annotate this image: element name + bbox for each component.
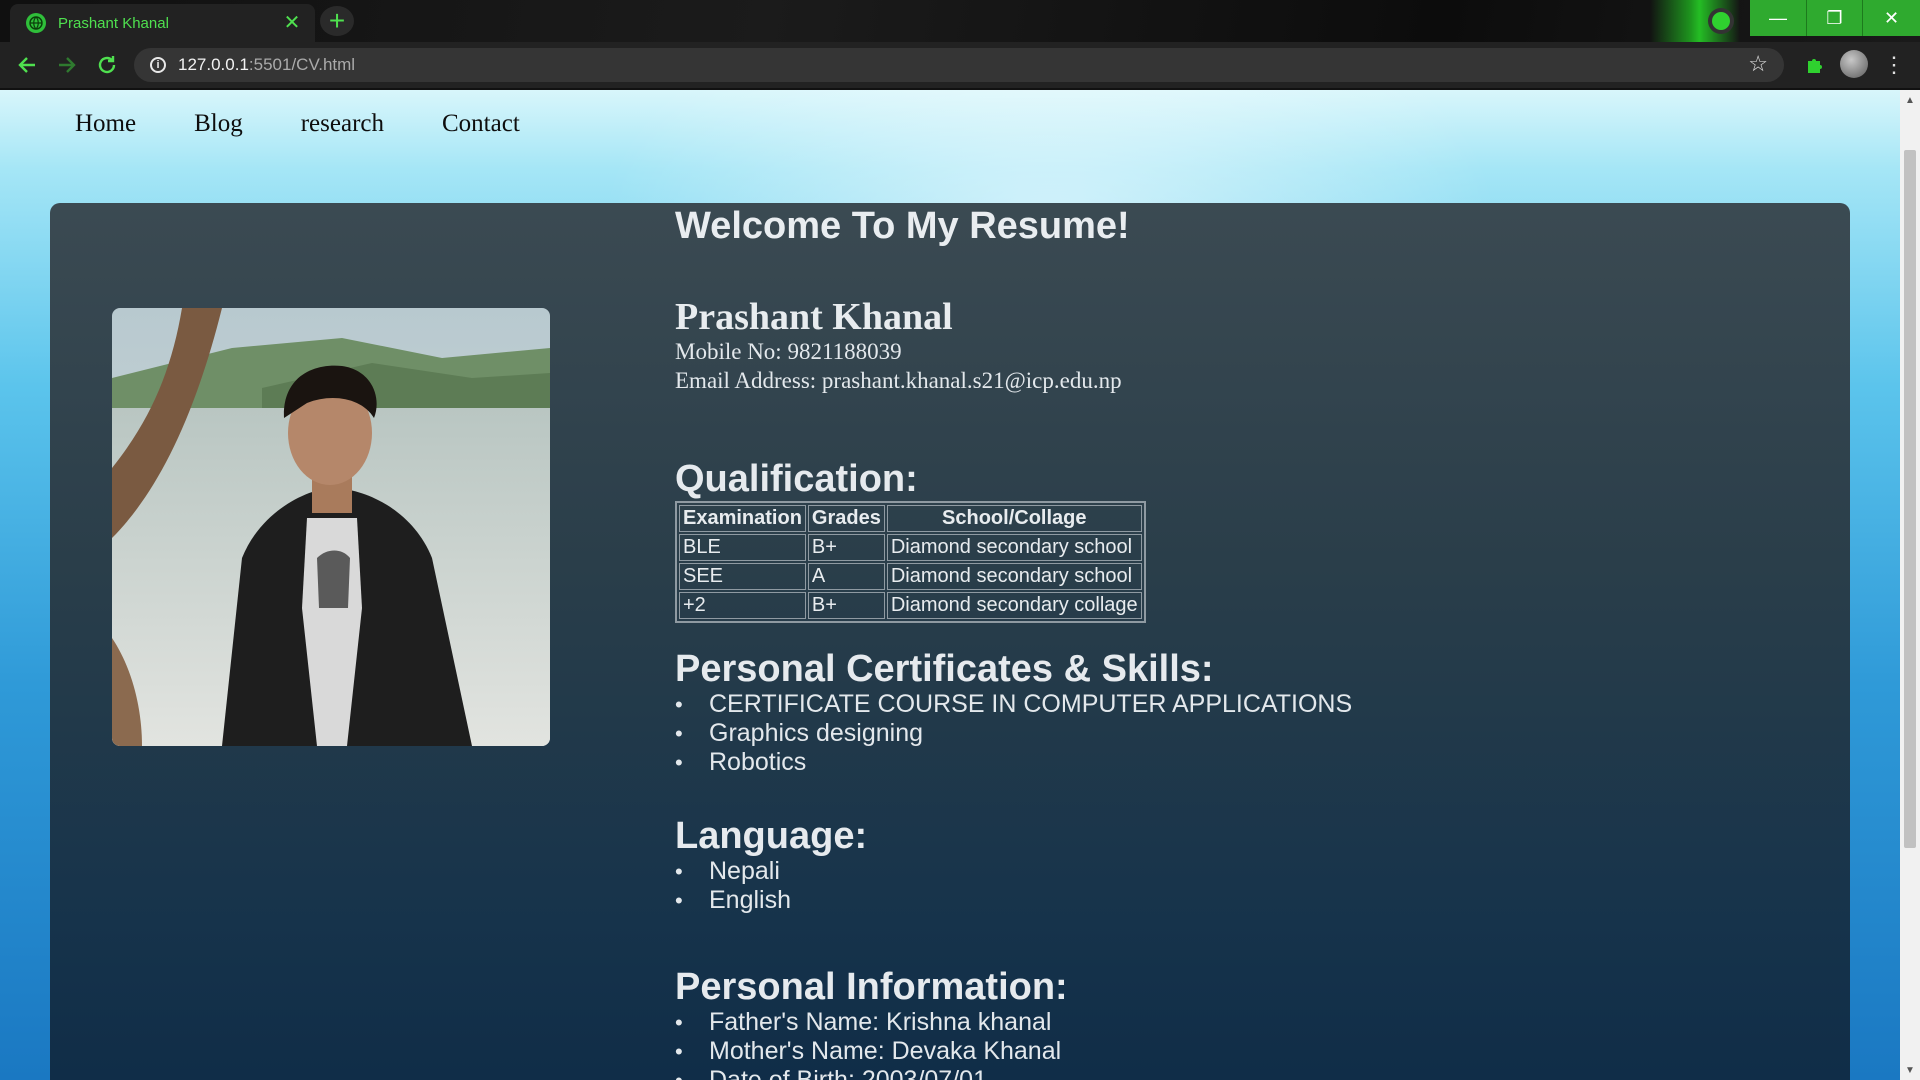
kebab-menu-icon[interactable]: ⋮ <box>1882 50 1906 80</box>
table-cell: B+ <box>807 592 885 619</box>
close-window-button[interactable]: ✕ <box>1862 0 1920 36</box>
scroll-thumb[interactable] <box>1904 150 1916 848</box>
list-item: Date of Birth: 2003/07/01 <box>675 1066 1061 1080</box>
resume-card: Welcome To My Resume! Prashant Khanal Mo… <box>50 203 1850 1080</box>
nav-blog-link[interactable]: Blog <box>194 110 243 138</box>
list-item: Graphics designing <box>675 719 1352 748</box>
tab-title: Prashant Khanal <box>58 14 169 32</box>
table-cell: SEE <box>679 563 806 590</box>
personal-info-heading: Personal Information: <box>675 966 1068 1008</box>
language-list: Nepali English <box>675 857 791 915</box>
qualification-table: Examination Grades School/Collage BLE B+… <box>675 501 1146 623</box>
nav-research-link[interactable]: research <box>301 110 384 138</box>
email-address: Email Address: prashant.khanal.s21@icp.e… <box>675 368 1122 393</box>
table-row: BLE B+ Diamond secondary school <box>679 534 1142 561</box>
url-host: 127.0.0.1 <box>178 55 249 74</box>
certificates-list: CERTIFICATE COURSE IN COMPUTER APPLICATI… <box>675 690 1352 777</box>
table-header: Examination <box>679 505 806 532</box>
vertical-scrollbar[interactable]: ▲ ▼ <box>1900 90 1920 1080</box>
table-header-row: Examination Grades School/Collage <box>679 505 1142 532</box>
minimize-button[interactable]: — <box>1750 0 1806 36</box>
table-cell: +2 <box>679 592 806 619</box>
list-item: English <box>675 886 791 915</box>
qualification-heading: Qualification: <box>675 458 918 500</box>
browser-tab[interactable]: Prashant Khanal ✕ <box>10 4 315 42</box>
table-header: School/Collage <box>886 505 1142 532</box>
reload-icon[interactable] <box>92 50 122 80</box>
back-arrow-icon[interactable] <box>12 50 42 80</box>
language-heading: Language: <box>675 815 868 857</box>
profile-photo <box>112 308 550 746</box>
address-bar[interactable]: i 127.0.0.1:5501/CV.html ☆ <box>134 48 1784 82</box>
certificates-heading: Personal Certificates & Skills: <box>675 648 1214 690</box>
table-cell: Diamond secondary school <box>886 534 1142 561</box>
table-cell: BLE <box>679 534 806 561</box>
table-cell: B+ <box>807 534 885 561</box>
scroll-down-arrow-icon[interactable]: ▼ <box>1900 1060 1920 1080</box>
table-cell: Diamond secondary school <box>886 563 1142 590</box>
new-tab-button[interactable]: + <box>320 5 354 36</box>
extensions-puzzle-icon[interactable] <box>1800 50 1830 80</box>
download-indicator-icon[interactable] <box>1708 8 1734 34</box>
personal-info-list: Father's Name: Krishna khanal Mother's N… <box>675 1008 1061 1080</box>
table-cell: Diamond secondary collage <box>886 592 1142 619</box>
list-item: Father's Name: Krishna khanal <box>675 1008 1061 1037</box>
info-icon[interactable]: i <box>150 57 166 73</box>
list-item: Robotics <box>675 748 1352 777</box>
forward-arrow-icon[interactable] <box>52 50 82 80</box>
list-item: Nepali <box>675 857 791 886</box>
table-row: SEE A Diamond secondary school <box>679 563 1142 590</box>
list-item: Mother's Name: Devaka Khanal <box>675 1037 1061 1066</box>
page-title: Welcome To My Resume! <box>675 205 1130 247</box>
mobile-number: Mobile No: 9821188039 <box>675 339 902 364</box>
maximize-button[interactable]: ❐ <box>1806 0 1862 36</box>
table-header: Grades <box>807 505 885 532</box>
person-name: Prashant Khanal <box>675 296 953 338</box>
nav-home-link[interactable]: Home <box>75 110 136 138</box>
nav-contact-link[interactable]: Contact <box>442 110 520 138</box>
scroll-up-arrow-icon[interactable]: ▲ <box>1900 90 1920 110</box>
url-path: :5501/CV.html <box>248 55 356 74</box>
profile-avatar-icon[interactable] <box>1840 50 1868 78</box>
page-viewport: Home Blog research Contact Welcome To My… <box>0 90 1900 1080</box>
globe-icon <box>26 13 46 33</box>
site-navigation: Home Blog research Contact <box>75 110 520 138</box>
table-row: +2 B+ Diamond secondary collage <box>679 592 1142 619</box>
table-cell: A <box>807 563 885 590</box>
close-tab-icon[interactable]: ✕ <box>281 13 303 33</box>
list-item: CERTIFICATE COURSE IN COMPUTER APPLICATI… <box>675 690 1352 719</box>
star-icon[interactable]: ☆ <box>1748 51 1768 77</box>
